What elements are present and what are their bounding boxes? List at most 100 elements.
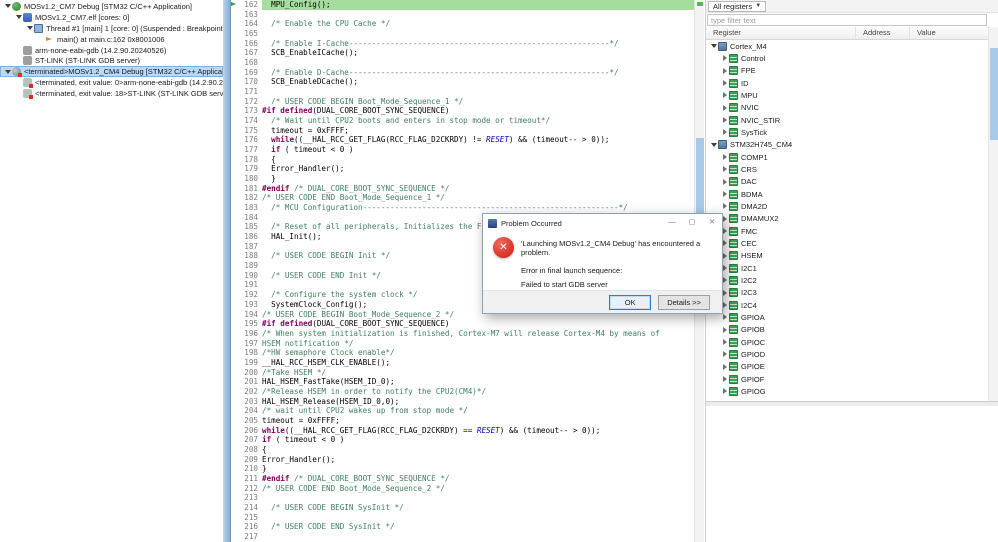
register-tree-item[interactable]: SysTick	[706, 126, 988, 138]
code-line[interactable]: 199 __HAL_RCC_HSEM_CLK_ENABLE();	[231, 358, 694, 368]
register-tree-item[interactable]: DMA2D	[706, 200, 988, 212]
column-header-value[interactable]: Value	[910, 27, 988, 39]
register-tree-item[interactable]: GPIOG	[706, 385, 988, 397]
line-number[interactable]: 187	[238, 242, 262, 252]
code-line[interactable]: 198/*HW semaphore Clock enable*/	[231, 348, 694, 358]
debug-tree-item[interactable]: <terminated, exit value: 0>arm-none-eabi…	[0, 77, 223, 89]
code-line[interactable]: 179 Error_Handler();	[231, 164, 694, 174]
line-number[interactable]: 184	[238, 213, 262, 223]
tree-expander-icon[interactable]	[720, 364, 729, 370]
tree-expander-icon[interactable]	[709, 44, 718, 48]
code-line[interactable]: 163	[231, 10, 694, 20]
code-line[interactable]: 165	[231, 29, 694, 39]
line-number[interactable]: 214	[238, 503, 262, 513]
tree-expander-icon[interactable]	[3, 70, 12, 74]
code-line[interactable]: 175 timeout = 0xFFFF;	[231, 126, 694, 136]
tree-expander-icon[interactable]	[25, 26, 34, 30]
code-line[interactable]: 180 }	[231, 174, 694, 184]
line-number[interactable]: 172	[238, 97, 262, 107]
tree-expander-icon[interactable]	[709, 143, 718, 147]
line-number[interactable]: 200	[238, 368, 262, 378]
line-number[interactable]: 217	[238, 532, 262, 542]
line-number[interactable]: 164	[238, 19, 262, 29]
tree-expander-icon[interactable]	[720, 351, 729, 357]
ok-button[interactable]: OK	[609, 295, 652, 310]
register-tree-item[interactable]: FMC	[706, 225, 988, 237]
tree-expander-icon[interactable]	[720, 105, 729, 111]
tree-expander-icon[interactable]	[720, 166, 729, 172]
line-number[interactable]: 177	[238, 145, 262, 155]
code-line[interactable]: 200/*Take HSEM */	[231, 368, 694, 378]
line-number[interactable]: 198	[238, 348, 262, 358]
code-line[interactable]: 174 /* Wait until CPU2 boots and enters …	[231, 116, 694, 126]
line-number[interactable]: 197	[238, 339, 262, 349]
column-header-register[interactable]: Register	[706, 27, 856, 39]
line-number[interactable]: 209	[238, 455, 262, 465]
line-number[interactable]: 166	[238, 39, 262, 49]
line-number[interactable]: 181	[238, 184, 262, 194]
code-line[interactable]: 214 /* USER CODE BEGIN SysInit */	[231, 503, 694, 513]
line-number[interactable]: 182	[238, 193, 262, 203]
code-line[interactable]: 169 /* Enable D-Cache-------------------…	[231, 68, 694, 78]
line-number[interactable]: 201	[238, 377, 262, 387]
tree-expander-icon[interactable]	[720, 154, 729, 160]
code-line[interactable]: 210}	[231, 464, 694, 474]
register-tree-item[interactable]: GPIOB	[706, 324, 988, 336]
register-tree-item[interactable]: MPU	[706, 89, 988, 101]
line-number[interactable]: 212	[238, 484, 262, 494]
tree-expander-icon[interactable]	[720, 339, 729, 345]
line-number[interactable]: 204	[238, 406, 262, 416]
line-number[interactable]: 205	[238, 416, 262, 426]
code-line[interactable]: 201 HAL_HSEM_FastTake(HSEM_ID_0);	[231, 377, 694, 387]
code-line[interactable]: 213	[231, 493, 694, 503]
line-number[interactable]: 162	[238, 0, 262, 10]
line-number[interactable]: 213	[238, 493, 262, 503]
line-number[interactable]: 192	[238, 290, 262, 300]
line-number[interactable]: 179	[238, 164, 262, 174]
line-number[interactable]: 169	[238, 68, 262, 78]
line-number[interactable]: 173	[238, 106, 262, 116]
register-tree-item[interactable]: Control	[706, 52, 988, 64]
line-number[interactable]: 215	[238, 513, 262, 523]
debug-tree-item[interactable]: main() at main.c:162 0x8001006	[0, 34, 223, 45]
tree-expander-icon[interactable]	[720, 191, 729, 197]
code-line[interactable]: 208{	[231, 445, 694, 455]
close-icon[interactable]: ✕	[702, 214, 722, 232]
tree-expander-icon[interactable]	[720, 388, 729, 394]
code-line[interactable]: 168	[231, 58, 694, 68]
register-tree-item[interactable]: STM32H745_CM4	[706, 139, 988, 151]
register-tree-item[interactable]: NVIC	[706, 102, 988, 114]
code-line[interactable]: 195 #if defined(DUAL_CORE_BOOT_SYNC_SEQUE…	[231, 319, 694, 329]
code-line[interactable]: 167 SCB_EnableICache();	[231, 48, 694, 58]
code-line[interactable]: 204/* wait until CPU2 wakes up from stop…	[231, 406, 694, 416]
code-line[interactable]: 217	[231, 532, 694, 542]
code-line[interactable]: 181 #endif /* DUAL_CORE_BOOT_SYNC_SEQUENC…	[231, 184, 694, 194]
debug-tree-item[interactable]: MOSv1.2_CM7.elf [cores: 0]	[0, 12, 223, 23]
register-tree-item[interactable]: I2C1	[706, 262, 988, 274]
tree-expander-icon[interactable]	[720, 179, 729, 185]
line-number[interactable]: 216	[238, 522, 262, 532]
tree-expander-icon[interactable]	[720, 129, 729, 135]
register-tree-item[interactable]: CRS	[706, 163, 988, 175]
tree-expander-icon[interactable]	[720, 376, 729, 382]
tree-expander-icon[interactable]	[720, 55, 729, 61]
register-tree-item[interactable]: CEC	[706, 237, 988, 249]
line-number[interactable]: 186	[238, 232, 262, 242]
line-number[interactable]: 195	[238, 319, 262, 329]
debug-tree-item[interactable]: <terminated>MOSv1.2_CM4 Debug [STM32 C/C…	[0, 66, 223, 78]
code-line[interactable]: 209 Error_Handler();	[231, 455, 694, 465]
register-tree-item[interactable]: GPIOA	[706, 311, 988, 323]
code-line[interactable]: 207 if ( timeout < 0 )	[231, 435, 694, 445]
code-line[interactable]: 211 #endif /* DUAL_CORE_BOOT_SYNC_SEQUENC…	[231, 474, 694, 484]
code-line[interactable]: 215	[231, 513, 694, 523]
debug-tree-item[interactable]: MOSv1.2_CM7 Debug [STM32 C/C++ Applicati…	[0, 1, 223, 12]
line-number[interactable]: 193	[238, 300, 262, 310]
tree-expander-icon[interactable]	[720, 314, 729, 320]
code-line[interactable]: 205 timeout = 0xFFFF;	[231, 416, 694, 426]
tree-expander-icon[interactable]	[720, 92, 729, 98]
code-line[interactable]: 162 MPU_Config();	[231, 0, 694, 10]
register-tree-item[interactable]: GPIOD	[706, 348, 988, 360]
line-number[interactable]: 175	[238, 126, 262, 136]
register-filter-input[interactable]	[708, 15, 986, 25]
code-line[interactable]: 183 /* MCU Configuration----------------…	[231, 203, 694, 213]
